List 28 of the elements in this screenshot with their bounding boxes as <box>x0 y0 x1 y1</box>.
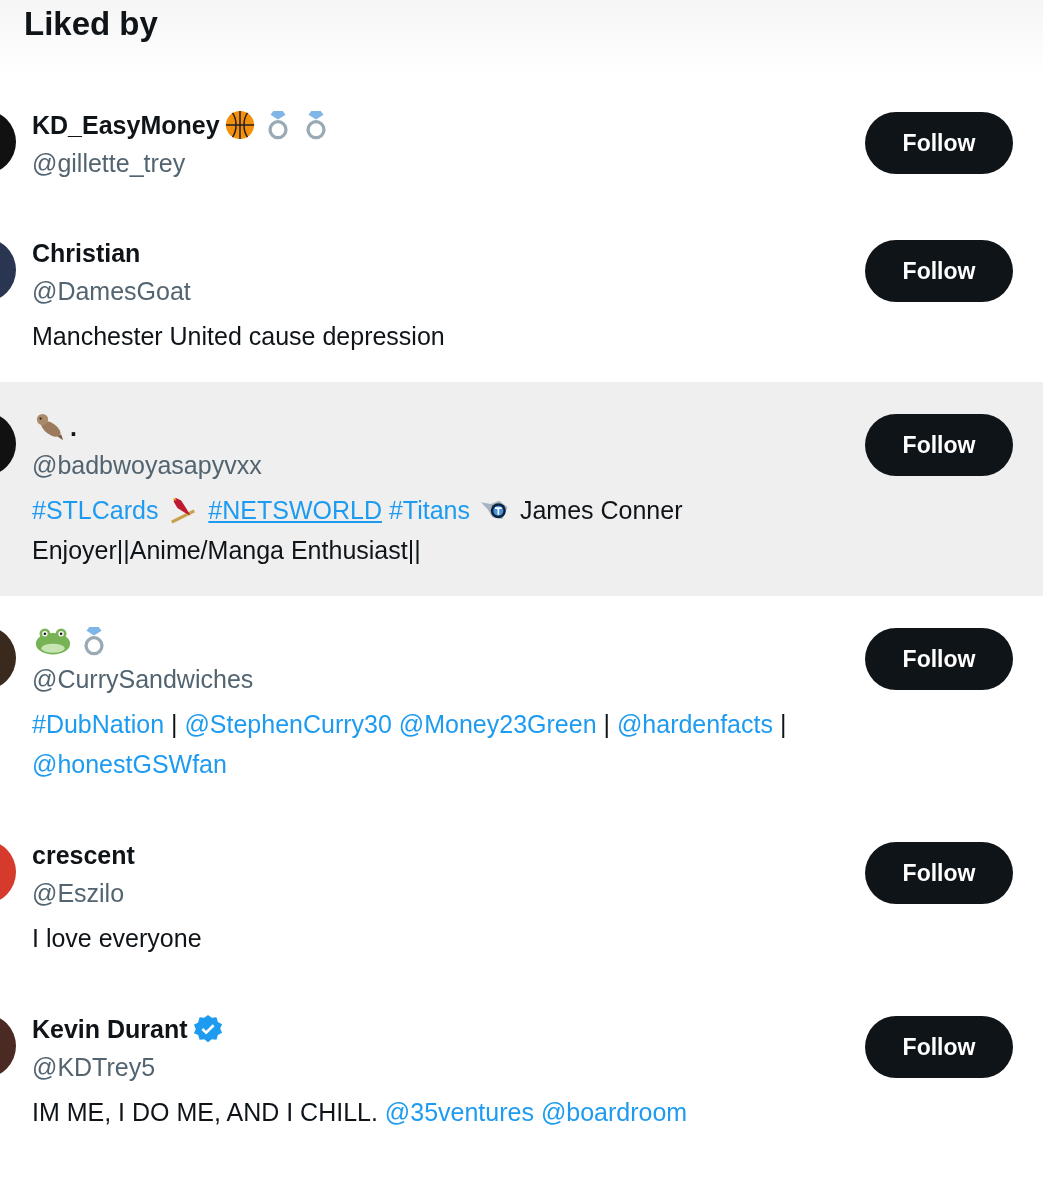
page-title: Liked by <box>24 4 158 44</box>
user-name[interactable]: Kevin Durant <box>32 1010 188 1048</box>
user-bio: I love everyone <box>32 923 203 954</box>
follow-button[interactable]: Follow <box>865 414 1013 476</box>
user-bio: #STLCards #NETSWORLD #Titans James Conner Enjoyer||Anime/Manga Enthusiast|| <box>32 493 684 566</box>
basketball-icon <box>224 110 255 140</box>
user-bio: #DubNation | @StephenCurry30 @Money23Green | @hardenfacts | @honestGSWfan <box>32 709 788 780</box>
user-name[interactable]: . <box>70 408 77 446</box>
user-bio: Manchester United cause depression <box>32 321 446 352</box>
user-handle[interactable]: @Eszilo <box>32 874 125 912</box>
frog-icon <box>35 626 71 656</box>
user-handle[interactable]: @badbwoyasapyvxx <box>32 446 262 484</box>
verified-badge-icon <box>192 1014 223 1044</box>
user-name[interactable]: Christian <box>32 234 141 272</box>
follow-button[interactable]: Follow <box>865 1016 1013 1078</box>
user-handle[interactable]: @gillette_trey <box>32 144 186 182</box>
user-name[interactable]: KD_EasyMoney <box>32 106 220 144</box>
user-handle[interactable]: @CurrySandwiches <box>32 660 254 698</box>
follow-button[interactable]: Follow <box>865 628 1013 690</box>
user-name[interactable]: crescent <box>32 836 135 874</box>
follow-button[interactable]: Follow <box>865 842 1013 904</box>
follow-button[interactable]: Follow <box>865 240 1013 302</box>
user-bio: IM ME, I DO ME, AND I CHILL. @35ventures @boardroom <box>32 1097 689 1128</box>
user-handle[interactable]: @KDTrey5 <box>32 1048 156 1086</box>
follow-button[interactable]: Follow <box>865 112 1013 174</box>
otter-icon <box>35 412 65 442</box>
user-handle[interactable]: @DamesGoat <box>32 272 191 310</box>
user-row[interactable]: . @badbwoyasapyvxx Follow #STLCards #NETSWORLD #Titans James Conner Enjoyer||Anime/Manga Enthusiast|| <box>0 382 1043 596</box>
